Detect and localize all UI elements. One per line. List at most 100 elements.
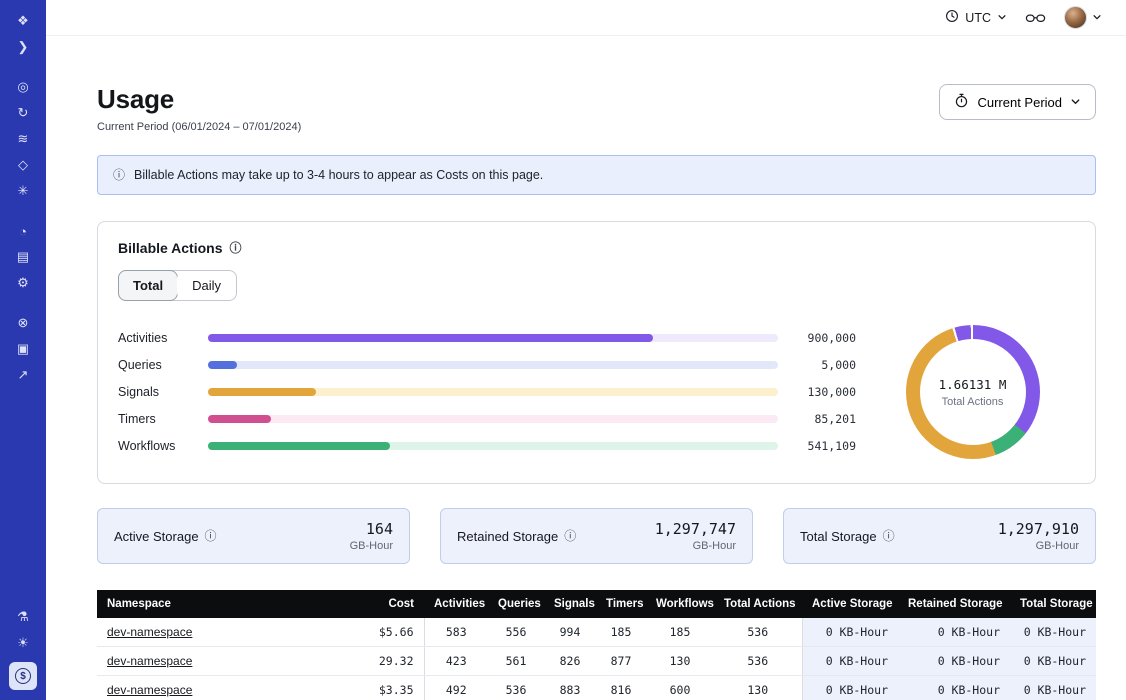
bar-track [208,415,778,423]
cell-activities: 423 [424,647,488,676]
donut-center: 1.66131 M Total Actions [920,339,1026,445]
cell-queries: 536 [488,676,544,700]
cell-namespace: dev-namespace [97,676,349,700]
getting-started-icon[interactable]: ↗ [8,362,38,388]
storage-card-label: Retained Storage ⓘ [457,529,576,544]
namespace-link[interactable]: dev-namespace [107,625,192,639]
tab-total[interactable]: Total [118,270,178,301]
goggles-icon[interactable] [1025,11,1046,25]
namespaces-icon[interactable]: ◎ [8,74,38,100]
sidebar: ❖❯ ◎↻≋◇✳ ◔▤⚙ ⊗▣↗ ⚗☀ $ [0,0,46,700]
nexus-icon[interactable]: ✳ [8,178,38,204]
timezone-label: UTC [965,11,991,25]
cell-active_storage: 0 KB-Hour [802,618,898,647]
cell-retained_storage: 0 KB-Hour [898,647,1010,676]
period-button-label: Current Period [977,95,1062,110]
cell-signals: 826 [544,647,596,676]
bar-track [208,388,778,396]
timezone-selector[interactable]: UTC [945,9,1007,26]
storage-card-active-storage: Active Storageⓘ164GB-Hour [97,508,410,564]
col-header-activities: Activities [424,590,488,618]
avatar [1064,6,1087,29]
table-row: dev-namespace29.324235618268771305360 KB… [97,647,1096,676]
bar-row-timers: Timers85,201 [118,411,856,428]
col-header-cost: Cost [349,590,424,618]
info-icon: ⓘ [564,530,576,542]
cell-cost: $5.66 [349,618,424,647]
usage-table: NamespaceCostActivitiesQueriesSignalsTim… [97,590,1096,700]
usage-table-header-row: NamespaceCostActivitiesQueriesSignalsTim… [97,590,1096,618]
deployments-icon[interactable]: ◇ [8,152,38,178]
storage-card-value-block: 1,297,910 GB-Hour [998,520,1079,552]
cell-cost: $3.35 [349,676,424,700]
theme-icon[interactable]: ☀ [8,630,38,656]
docs-icon[interactable]: ▣ [8,336,38,362]
info-banner-text: Billable Actions may take up to 3-4 hour… [134,168,543,182]
storage-card-retained-storage: Retained Storageⓘ1,297,747GB-Hour [440,508,753,564]
cell-total_actions: 130 [714,676,802,700]
storage-card-label-text: Retained Storage [457,529,558,544]
bar-fill [208,442,390,450]
usage-icon[interactable]: ◔ [8,218,38,244]
sidebar-group-1: ◎↻≋◇✳ [8,74,38,204]
namespace-link[interactable]: dev-namespace [107,654,192,668]
bar-value: 5,000 [790,358,856,372]
chevron-down-icon [997,11,1007,25]
namespace-link[interactable]: dev-namespace [107,683,192,697]
bar-fill [208,334,653,342]
bar-row-workflows: Workflows541,109 [118,438,856,455]
usage-table-body: dev-namespace$5.665835569941851855360 KB… [97,618,1096,700]
settings-icon[interactable]: ⚙ [8,270,38,296]
col-header-total_actions: Total Actions [714,590,802,618]
cell-namespace: dev-namespace [97,647,349,676]
cell-active_storage: 0 KB-Hour [802,647,898,676]
bar-row-queries: Queries5,000 [118,357,856,374]
storage-card-label: Total Storageⓘ [800,529,895,544]
cell-retained_storage: 0 KB-Hour [898,676,1010,700]
col-header-retained_storage: Retained Storage [898,590,1010,618]
donut-total-value: 1.66131 M [939,377,1007,392]
support-icon[interactable]: ⊗ [8,310,38,336]
storage-card-unit: GB-Hour [655,540,736,552]
bar-fill [208,388,316,396]
cell-queries: 556 [488,618,544,647]
info-icon: ⓘ [883,530,895,542]
bar-track [208,442,778,450]
bar-track [208,334,778,342]
bar-label: Activities [118,331,200,345]
task-queues-icon[interactable]: ≋ [8,126,38,152]
billing-icon[interactable]: $ [9,662,37,690]
tab-daily[interactable]: Daily [177,271,236,300]
user-menu[interactable] [1064,6,1102,29]
cell-total_storage: 0 KB-Hour [1010,676,1096,700]
collapse-chevron-icon[interactable]: ❯ [8,34,38,60]
table-row: dev-namespace$3.354925368838166001300 KB… [97,676,1096,700]
col-header-active_storage: Active Storage [802,590,898,618]
period-dropdown-button[interactable]: Current Period [939,84,1096,120]
billable-actions-title: Billable Actions [118,240,223,256]
labs-icon[interactable]: ⚗ [8,604,38,630]
storage-cards: Active Storageⓘ164GB-Hour Retained Storag… [97,508,1096,564]
storage-card-unit: GB-Hour [998,540,1079,552]
plans-icon[interactable]: ▤ [8,244,38,270]
main-content: Usage Current Period (06/01/2024 – 07/01… [46,0,1126,700]
storage-card-value: 1,297,910 [998,520,1079,538]
cell-retained_storage: 0 KB-Hour [898,618,1010,647]
donut-box: 1.66131 M Total Actions [870,325,1075,459]
bar-label: Signals [118,385,200,399]
storage-card-total-storage: Total Storageⓘ 1,297,910 GB-Hour [783,508,1096,564]
cell-activities: 492 [424,676,488,700]
schedules-icon[interactable]: ↻ [8,100,38,126]
col-header-total_storage: Total Storage [1010,590,1096,618]
bar-row-activities: Activities900,000 [118,330,856,347]
chevron-down-icon [1070,95,1081,110]
info-icon: ⓘ [113,169,125,181]
col-header-signals: Signals [544,590,596,618]
col-header-workflows: Workflows [646,590,714,618]
sidebar-group-4: ⚗☀ $ [8,604,38,690]
bar-fill [208,361,237,369]
temporal-logo-icon[interactable]: ❖ [8,8,38,34]
sidebar-group-0: ❖❯ [8,8,38,60]
cell-namespace: dev-namespace [97,618,349,647]
page-subtitle: Current Period (06/01/2024 – 07/01/2024) [97,121,301,133]
